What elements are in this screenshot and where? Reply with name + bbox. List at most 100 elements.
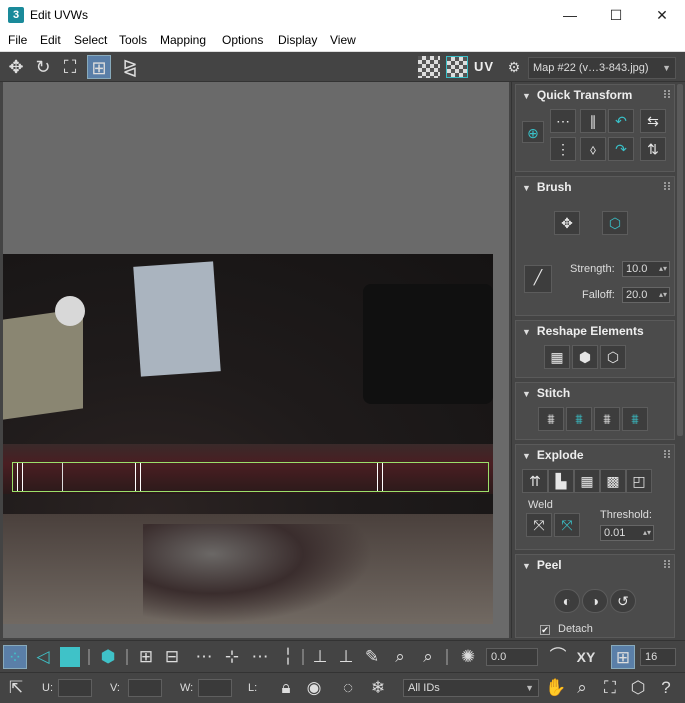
select-open-edges-icon[interactable]: ⊥ bbox=[308, 645, 332, 669]
freeze-icon[interactable]: ❄ bbox=[366, 676, 390, 700]
menu-edit[interactable]: Edit bbox=[40, 33, 61, 47]
flip-vertical-icon[interactable]: ⇅ bbox=[640, 137, 666, 161]
loop-grow-icon[interactable]: ⋯ bbox=[248, 645, 272, 669]
stitch-average-icon[interactable]: ⩩ bbox=[594, 407, 620, 431]
panel-scrollbar[interactable] bbox=[677, 84, 683, 436]
grow-selection-icon[interactable]: ⊞ bbox=[134, 645, 158, 669]
freeform-mode-icon[interactable]: ⊞ bbox=[87, 55, 111, 79]
pack-icon[interactable]: ◰ bbox=[626, 469, 652, 493]
menu-options[interactable]: Options bbox=[222, 33, 263, 47]
shrink-selection-icon[interactable]: ⊟ bbox=[160, 645, 184, 669]
select-seams-icon[interactable]: ⊥ bbox=[334, 645, 358, 669]
straighten-icon[interactable]: ▦ bbox=[544, 345, 570, 369]
uv-seam bbox=[135, 463, 141, 491]
help-icon[interactable]: ? bbox=[654, 676, 678, 700]
hide-icon[interactable]: ◉ bbox=[302, 676, 326, 700]
rotate-cw-icon[interactable]: ↷ bbox=[608, 137, 634, 161]
ring-shrink-icon[interactable]: ⊹ bbox=[220, 645, 244, 669]
falloff-spinner[interactable]: 20.0 ▴▾ bbox=[622, 287, 670, 303]
relax-shell-icon[interactable]: ⬢ bbox=[572, 345, 598, 369]
menu-display[interactable]: Display bbox=[278, 33, 317, 47]
edge-mode-icon[interactable]: ◁ bbox=[31, 645, 55, 669]
unfold-shell-icon[interactable]: ⬡ bbox=[600, 345, 626, 369]
menu-view[interactable]: View bbox=[330, 33, 356, 47]
uv-viewport[interactable] bbox=[3, 82, 509, 638]
menu-file[interactable]: File bbox=[8, 33, 27, 47]
map-select[interactable]: Map #22 (v…3-843.jpg) ▼ bbox=[528, 57, 676, 79]
pan-icon[interactable]: ✋ bbox=[544, 676, 568, 700]
explode-header[interactable]: ▼ Explode bbox=[516, 445, 674, 465]
stitch-target-icon[interactable]: ⩩ bbox=[622, 407, 648, 431]
soft-selection-icon[interactable]: ⌒ bbox=[546, 645, 570, 669]
maximize-button[interactable]: ☐ bbox=[593, 0, 639, 30]
move-icon[interactable]: ✥ bbox=[4, 55, 28, 79]
flip-horizontal-icon[interactable]: ⇆ bbox=[640, 109, 666, 133]
align-vertical-icon[interactable]: ⋮ bbox=[550, 137, 576, 161]
transform-center-icon[interactable]: ⊕ bbox=[522, 121, 544, 143]
rotate-icon[interactable]: ↻ bbox=[31, 55, 55, 79]
peel-mode-icon[interactable]: ◑ bbox=[582, 589, 608, 613]
vertex-mode-icon[interactable]: ⁘ bbox=[3, 645, 27, 669]
grid-snap-icon[interactable]: ⊞ bbox=[611, 645, 635, 669]
show-icon[interactable]: ◌ bbox=[336, 676, 360, 700]
brush-header[interactable]: ▼ Brush bbox=[516, 177, 674, 197]
menu-select[interactable]: Select bbox=[74, 33, 107, 47]
zoom-extents-icon[interactable]: ⬡ bbox=[626, 676, 650, 700]
xy-toggle[interactable]: XY bbox=[574, 645, 598, 669]
detach-checkbox[interactable]: ✔ bbox=[540, 625, 550, 635]
explode-grid-icon[interactable]: ▦ bbox=[574, 469, 600, 493]
u-field[interactable] bbox=[58, 679, 92, 697]
flatten-icon[interactable]: ▙ bbox=[548, 469, 574, 493]
scale-icon[interactable]: ⛶ bbox=[58, 55, 82, 79]
uv-shell-selection[interactable] bbox=[12, 462, 489, 492]
weld-target-icon[interactable]: ⤧ bbox=[554, 513, 580, 537]
stitch-header[interactable]: ▼ Stitch bbox=[516, 383, 674, 403]
grid-value: 16 bbox=[645, 651, 658, 663]
stitch-source-icon[interactable]: ⩩ bbox=[566, 407, 592, 431]
lock-icon[interactable]: 🔒︎ bbox=[274, 676, 298, 700]
angle-field[interactable]: 0.0 bbox=[486, 648, 538, 666]
ring-grow-icon[interactable]: ⋯ bbox=[192, 645, 216, 669]
brush-falloff-icon[interactable]: ╱ bbox=[524, 265, 552, 293]
relax-brush-icon[interactable]: ⬡ bbox=[602, 211, 628, 235]
loop-shrink-icon[interactable]: ╎ bbox=[276, 645, 300, 669]
space-vertical-icon[interactable]: ∥ bbox=[580, 109, 606, 133]
checker-pattern-icon[interactable] bbox=[418, 56, 440, 78]
element-mode-icon[interactable]: ⬢ bbox=[96, 645, 120, 669]
zoom-region-icon[interactable]: ⛶ bbox=[598, 676, 622, 700]
v-field[interactable] bbox=[128, 679, 162, 697]
align-grid-icon[interactable]: ⬨ bbox=[580, 137, 606, 161]
menu-mapping[interactable]: Mapping bbox=[160, 33, 206, 47]
align-horizontal-icon[interactable]: ⋯ bbox=[550, 109, 576, 133]
w-field[interactable] bbox=[198, 679, 232, 697]
material-id-select[interactable]: All IDs ▼ bbox=[403, 679, 539, 697]
paint-select-icon[interactable]: ✎ bbox=[360, 645, 384, 669]
mirror-icon[interactable]: ⧎ bbox=[118, 55, 142, 79]
absolute-offset-icon[interactable]: ⇱ bbox=[4, 676, 28, 700]
paint-move-icon[interactable]: ✥ bbox=[554, 211, 580, 235]
stitch-custom-icon[interactable]: ⩩ bbox=[538, 407, 564, 431]
break-icon[interactable]: ⇈ bbox=[522, 469, 548, 493]
weld-selected-icon[interactable]: ⤧ bbox=[526, 513, 552, 537]
texture-settings-icon[interactable]: ⚙ bbox=[502, 55, 526, 79]
threshold-spinner[interactable]: 0.01 ▴▾ bbox=[600, 525, 654, 541]
grid-size-field[interactable]: 16 bbox=[640, 648, 676, 666]
rotate-ccw-icon[interactable]: ↶ bbox=[608, 109, 634, 133]
stitch-rollout: ▼ Stitch ⩩ ⩩ ⩩ ⩩ bbox=[515, 382, 675, 440]
paint-select-grow-icon[interactable]: ⌕ bbox=[388, 645, 412, 669]
rotate-angle-icon[interactable]: ✺ bbox=[456, 645, 480, 669]
checker-grid-icon[interactable] bbox=[446, 56, 468, 78]
reshape-elements-header[interactable]: ▼ Reshape Elements bbox=[516, 321, 674, 341]
peel-header[interactable]: ▼ Peel bbox=[516, 555, 674, 575]
paint-select-shrink-icon[interactable]: ⌕ bbox=[416, 645, 440, 669]
strength-spinner[interactable]: 10.0 ▴▾ bbox=[622, 261, 670, 277]
checker-explode-icon[interactable]: ▩ bbox=[600, 469, 626, 493]
reset-peel-icon[interactable]: ↺ bbox=[610, 589, 636, 613]
minimize-button[interactable]: — bbox=[547, 0, 593, 30]
zoom-icon[interactable]: ⌕ bbox=[570, 676, 594, 700]
menu-tools[interactable]: Tools bbox=[119, 33, 147, 47]
quick-peel-icon[interactable]: ◐ bbox=[554, 589, 580, 613]
polygon-mode-icon[interactable] bbox=[60, 647, 80, 667]
close-button[interactable]: ✕ bbox=[639, 0, 685, 30]
quick-transform-header[interactable]: ▼ Quick Transform bbox=[516, 85, 674, 105]
